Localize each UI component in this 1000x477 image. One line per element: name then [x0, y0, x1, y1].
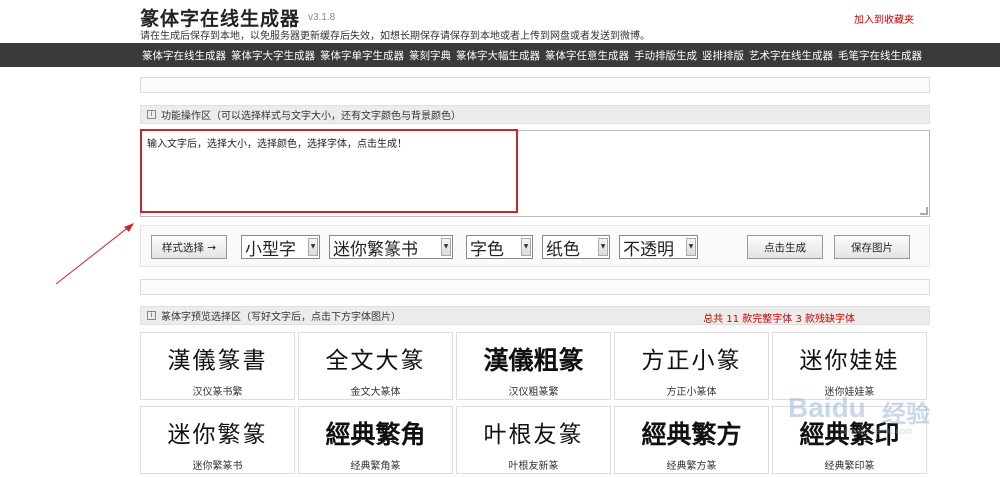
font-card[interactable]: 漢儀篆書 汉仪篆书繁: [140, 332, 295, 400]
font-sample: 方正小篆: [641, 348, 742, 374]
font-name: 汉仪篆书繁: [192, 387, 243, 398]
font-name: 叶根友新篆: [508, 461, 559, 472]
style-select-button[interactable]: 样式选择 →: [151, 235, 227, 259]
font-sample: 漢儀粗篆: [483, 346, 584, 375]
font-name: 经典繁角篆: [350, 461, 401, 472]
text-color-select-value: 字色: [470, 239, 504, 259]
font-name: 汉仪粗篆繁: [508, 387, 559, 398]
site-header: 篆体字在线生成器 v3.1.8 请在生成后保存到本地，以免服务器更新缓存后失效，…: [140, 4, 930, 42]
size-select-value: 小型字: [245, 239, 296, 259]
save-image-button[interactable]: 保存图片: [834, 235, 910, 259]
nav-item-big-char[interactable]: 篆体字大字生成器: [231, 48, 315, 63]
resize-grip-icon[interactable]: [920, 207, 928, 215]
font-sample: 全文大篆: [325, 348, 426, 374]
font-select[interactable]: 迷你繁篆书 ▼: [329, 235, 453, 259]
top-placeholder-bar: [140, 77, 930, 93]
font-sample: 漢儀篆書: [167, 348, 268, 374]
add-favorite-link[interactable]: 加入到收藏夹: [854, 11, 914, 26]
chevron-down-icon: ▼: [308, 238, 318, 256]
nav-items: 篆体字在线生成器 篆体字大字生成器 篆体字单字生成器 篆刻字典 篆体字大幅生成器…: [142, 43, 927, 67]
font-select-value: 迷你繁篆书: [333, 239, 418, 259]
operation-section-title: 功能操作区（可以选择样式与文字大小，还有文字颜色与背景颜色）: [161, 111, 461, 122]
font-sample: 叶根友篆: [483, 422, 584, 448]
font-card[interactable]: 經典繁角 经典繁角篆: [298, 406, 453, 474]
font-card[interactable]: 方正小篆 方正小篆体: [614, 332, 769, 400]
chevron-down-icon: ▼: [686, 238, 696, 256]
font-card[interactable]: 漢儀粗篆 汉仪粗篆繁: [456, 332, 611, 400]
font-sample: 經典繁角: [325, 420, 426, 449]
font-card[interactable]: 叶根友篆 叶根友新篆: [456, 406, 611, 474]
preview-section-header: i 篆体字预览选择区（写好文字后，点击下方字体图片） 总共 11 款完整字体 3…: [140, 306, 930, 325]
font-name: 方正小篆体: [666, 387, 717, 398]
opacity-select-value: 不透明: [623, 239, 674, 259]
text-input-wrapper: 输入文字后，选择大小，选择颜色，选择字体，点击生成！: [140, 130, 930, 217]
font-name: 迷你繁篆书: [192, 461, 243, 472]
chevron-down-icon: ▼: [598, 238, 608, 256]
nav-item-vertical-layout[interactable]: 竖排排版: [702, 48, 744, 63]
text-input[interactable]: 输入文字后，选择大小，选择颜色，选择字体，点击生成！: [141, 131, 929, 216]
main-navbar: 篆体字在线生成器 篆体字大字生成器 篆体字单字生成器 篆刻字典 篆体字大幅生成器…: [0, 43, 1000, 67]
opacity-select[interactable]: 不透明 ▼: [619, 235, 698, 259]
nav-item-seal-generator[interactable]: 篆体字在线生成器: [142, 48, 226, 63]
nav-item-brush-font[interactable]: 毛笔字在线生成器: [838, 48, 922, 63]
font-card[interactable]: 經典繁方 经典繁方篆: [614, 406, 769, 474]
font-sample: 迷你繁篆: [167, 422, 268, 448]
font-count-text: 总共 11 款完整字体 3 款残缺字体: [703, 314, 855, 325]
preview-section-title: 篆体字预览选择区（写好文字后，点击下方字体图片）: [161, 312, 401, 323]
paper-color-select[interactable]: 纸色 ▼: [542, 235, 610, 259]
text-color-select[interactable]: 字色 ▼: [466, 235, 533, 259]
info-icon: i: [147, 311, 156, 320]
watermark-brand: Baidu: [788, 392, 866, 423]
nav-item-any-generator[interactable]: 篆体字任意生成器: [545, 48, 629, 63]
controls-row: 样式选择 → 小型字 ▼ 迷你繁篆书 ▼ 字色 ▼ 纸色 ▼ 不透明 ▼ 点击生…: [140, 225, 930, 267]
baidu-watermark: Baidu 经验 jingyan.baidu.com: [770, 384, 960, 444]
font-name: 经典繁印篆: [824, 461, 875, 472]
nav-item-seal-dictionary[interactable]: 篆刻字典: [409, 48, 451, 63]
info-icon: i: [147, 110, 156, 119]
generate-button[interactable]: 点击生成: [747, 235, 823, 259]
nav-item-art-font[interactable]: 艺术字在线生成器: [749, 48, 833, 63]
watermark-sub: jingyan.baidu.com: [840, 426, 913, 436]
chevron-down-icon: ▼: [441, 238, 451, 256]
version-label: v3.1.8: [308, 12, 336, 23]
nav-item-large-format[interactable]: 篆体字大幅生成器: [456, 48, 540, 63]
font-sample: 迷你娃娃: [799, 348, 900, 374]
font-card[interactable]: 迷你繁篆 迷你繁篆书: [140, 406, 295, 474]
size-select[interactable]: 小型字 ▼: [241, 235, 320, 259]
font-name: 金文大篆体: [350, 387, 401, 398]
nav-item-single-char[interactable]: 篆体字单字生成器: [320, 48, 404, 63]
annotation-arrow-icon: [55, 223, 134, 285]
middle-placeholder-bar: [140, 279, 930, 295]
operation-section-header: i 功能操作区（可以选择样式与文字大小，还有文字颜色与背景颜色）: [140, 105, 930, 124]
paper-color-select-value: 纸色: [546, 239, 580, 259]
subtitle-notice: 请在生成后保存到本地，以免服务器更新缓存后失效，如想长期保存请保存到本地或者上传…: [140, 31, 650, 42]
watermark-cn: 经验: [882, 400, 930, 428]
nav-item-manual-layout[interactable]: 手动排版生成: [634, 48, 697, 63]
font-sample: 經典繁方: [641, 420, 742, 449]
font-card[interactable]: 全文大篆 金文大篆体: [298, 332, 453, 400]
chevron-down-icon: ▼: [521, 238, 531, 256]
font-name: 经典繁方篆: [666, 461, 717, 472]
